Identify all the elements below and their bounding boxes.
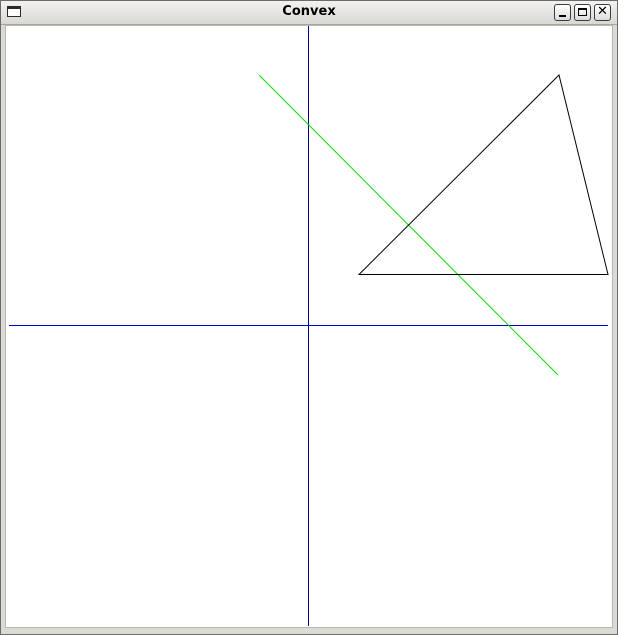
drawing-svg xyxy=(9,26,609,626)
maximize-button[interactable] xyxy=(574,4,591,21)
close-icon: ✕ xyxy=(597,4,608,19)
maximize-icon xyxy=(578,8,587,16)
minimize-icon xyxy=(559,15,566,17)
close-button[interactable]: ✕ xyxy=(594,4,611,21)
window-title: Convex xyxy=(282,4,336,19)
app-window: Convex ✕ xyxy=(0,0,618,635)
triangle-shape xyxy=(357,74,609,275)
minimize-button[interactable] xyxy=(554,4,571,21)
drawing-canvas[interactable] xyxy=(5,25,613,628)
title-bar[interactable]: Convex ✕ xyxy=(1,1,617,25)
